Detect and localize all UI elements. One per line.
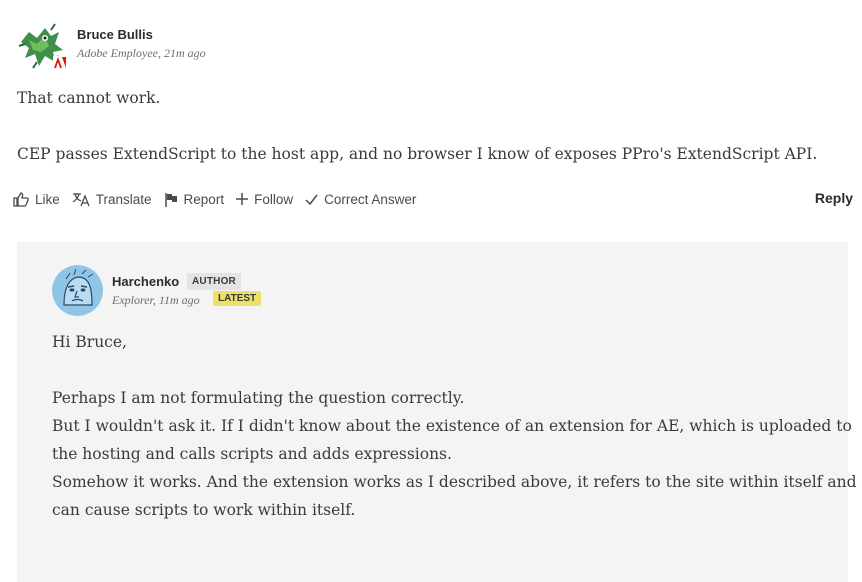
avatar-bruce[interactable] (15, 22, 67, 70)
post-paragraph: That cannot work. (17, 89, 161, 107)
reply-body: Perhaps I am not formulating the questio… (52, 384, 857, 524)
follow-button[interactable]: Follow (236, 192, 293, 207)
reply-button[interactable]: Reply (815, 190, 853, 206)
reply-greeting: Hi Bruce, (52, 333, 127, 351)
post-actions: Like Translate Report Follow Correct Ans… (13, 188, 853, 210)
avatar-harchenko[interactable] (52, 265, 103, 316)
reply-line: can cause scripts to work within itself. (52, 501, 356, 519)
post-paragraph: CEP passes ExtendScript to the host app,… (17, 145, 818, 163)
checkmark-icon (305, 194, 318, 205)
author-name[interactable]: Harchenko (112, 274, 179, 289)
reply-line: Perhaps I am not formulating the questio… (52, 389, 465, 407)
author-meta: Explorer, 11m ago (112, 293, 200, 307)
like-button[interactable]: Like (13, 192, 60, 207)
like-label: Like (35, 191, 60, 207)
correct-answer-label: Correct Answer (324, 191, 417, 207)
report-label: Report (183, 191, 225, 207)
reply-line: But I wouldn't ask it. If I didn't know … (52, 417, 852, 435)
translate-icon (72, 192, 90, 206)
reply-line: Somehow it works. And the extension work… (52, 473, 857, 491)
follow-label: Follow (254, 191, 294, 207)
translate-button[interactable]: Translate (72, 192, 152, 207)
thumbs-up-icon (13, 191, 29, 207)
author-badge: AUTHOR (187, 273, 241, 290)
report-button[interactable]: Report (164, 191, 225, 207)
latest-badge: LATEST (213, 291, 262, 306)
author-meta: Adobe Employee, 21m ago (77, 46, 206, 60)
plus-icon (236, 193, 249, 205)
flag-icon (164, 192, 177, 207)
adobe-logo-icon (53, 56, 67, 69)
translate-label: Translate (95, 191, 152, 207)
reply-line: the hosting and calls scripts and adds e… (52, 445, 452, 463)
reply-post-harchenko: Harchenko AUTHOR Explorer, 11m ago LATES… (17, 242, 857, 582)
correct-answer-button[interactable]: Correct Answer (305, 192, 416, 207)
author-name[interactable]: Bruce Bullis (77, 27, 153, 42)
